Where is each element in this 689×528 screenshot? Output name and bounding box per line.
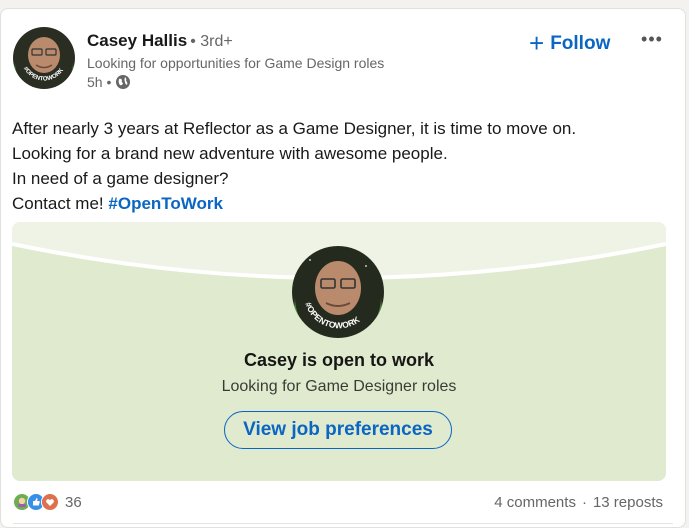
author-headline: Looking for opportunities for Game Desig…	[87, 55, 385, 71]
post-body-text: Contact me!	[12, 194, 104, 213]
open-to-work-subtitle: Looking for Game Designer roles	[221, 378, 457, 395]
post-body: After nearly 3 years at Reflector as a G…	[12, 116, 672, 216]
view-job-preferences-button[interactable]: View job preferences	[224, 411, 452, 449]
post-meta: 5h •	[87, 74, 131, 90]
feed-post: #OPENTOWORK Casey Hallis • 3rd+ Looking f…	[0, 8, 686, 528]
open-to-work-card: #OPENTOWORK Casey is open to work Lookin…	[12, 222, 666, 481]
follow-label: Follow	[550, 33, 611, 54]
open-to-work-title: Casey is open to work	[243, 350, 435, 370]
more-options-icon[interactable]: •••	[639, 27, 665, 51]
connection-degree: • 3rd+	[190, 33, 233, 50]
follow-button[interactable]: + Follow	[529, 29, 610, 59]
open-to-work-avatar[interactable]: #OPENTOWORK	[292, 246, 384, 338]
social-counts: 4 comments · 13 reposts	[494, 494, 663, 511]
comments-count-link[interactable]: 4 comments	[494, 494, 576, 511]
author-name[interactable]: Casey Hallis • 3rd+	[87, 31, 233, 51]
reactions-summary[interactable]: 36	[13, 493, 82, 511]
plus-icon: +	[529, 27, 545, 58]
post-time: 5h •	[87, 74, 112, 90]
post-body-line: After nearly 3 years at Reflector as a G…	[12, 119, 577, 138]
divider	[13, 523, 673, 524]
love-reaction-icon	[41, 493, 59, 511]
post-body-line: Contact me! #OpenToWork	[12, 191, 672, 216]
social-separator: ·	[581, 494, 587, 511]
globe-icon	[115, 74, 131, 90]
reposts-count-link[interactable]: 13 reposts	[593, 494, 663, 511]
author-avatar[interactable]: #OPENTOWORK	[13, 27, 75, 89]
hashtag-link[interactable]: #OpenToWork	[108, 194, 223, 213]
post-body-line: Looking for a brand new adventure with a…	[12, 144, 448, 163]
post-body-line: In need of a game designer?	[12, 169, 229, 188]
reaction-count: 36	[65, 493, 82, 511]
author-name-text[interactable]: Casey Hallis	[87, 31, 187, 50]
